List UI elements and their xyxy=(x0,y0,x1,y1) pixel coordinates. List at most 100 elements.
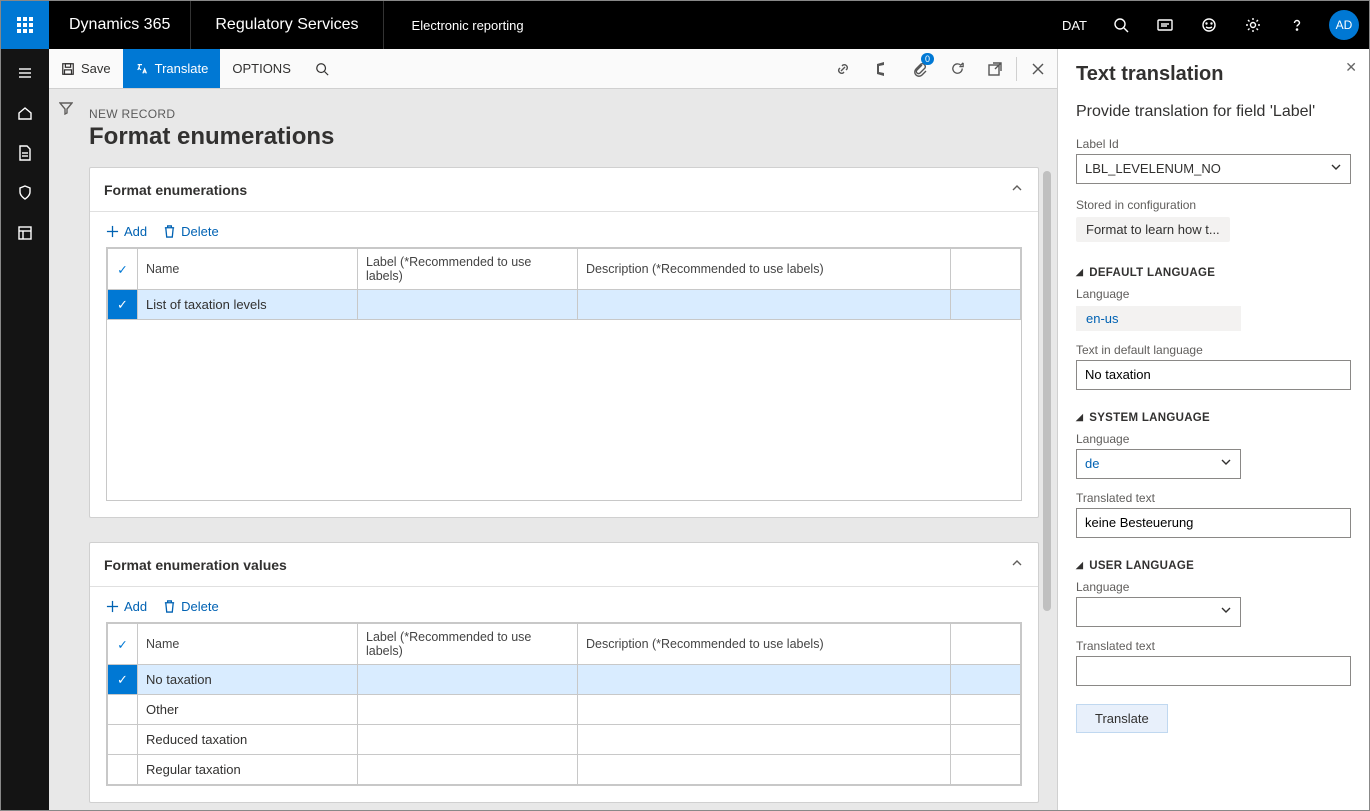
help-icon[interactable] xyxy=(1275,1,1319,49)
hamburger-icon[interactable] xyxy=(1,53,49,93)
cell-label[interactable] xyxy=(358,695,578,725)
save-button[interactable]: Save xyxy=(49,49,123,88)
feedback-icon[interactable] xyxy=(1187,1,1231,49)
table-row[interactable]: Other xyxy=(108,695,1021,725)
row-checkbox[interactable]: ✓ xyxy=(108,290,138,320)
stored-config-label: Stored in configuration xyxy=(1076,198,1351,212)
grid-empty-area xyxy=(107,320,1021,500)
user-lang-section-header[interactable]: ◢USER LANGUAGE xyxy=(1076,560,1351,572)
system-text-label: Translated text xyxy=(1076,491,1351,505)
company-picker[interactable]: DAT xyxy=(1050,18,1099,33)
col-name[interactable]: Name xyxy=(138,624,358,665)
col-label[interactable]: Label (*Recommended to use labels) xyxy=(358,624,578,665)
breadcrumb[interactable]: Electronic reporting xyxy=(384,18,552,33)
card-header[interactable]: Format enumerations xyxy=(90,168,1038,212)
cell-name[interactable]: Other xyxy=(138,695,358,725)
system-text-input[interactable] xyxy=(1076,508,1351,538)
link-icon[interactable] xyxy=(824,49,862,89)
col-name[interactable]: Name xyxy=(138,249,358,290)
user-lang-select[interactable] xyxy=(1076,597,1241,627)
add-button[interactable]: Add xyxy=(106,224,147,239)
default-lang-section-header[interactable]: ◢DEFAULT LANGUAGE xyxy=(1076,267,1351,279)
shield-icon[interactable] xyxy=(1,173,49,213)
app-launcher[interactable] xyxy=(1,1,49,49)
cell-label[interactable] xyxy=(358,290,578,320)
options-button[interactable]: OPTIONS xyxy=(220,49,303,88)
page-subtitle: NEW RECORD xyxy=(89,107,1039,121)
col-desc[interactable]: Description (*Recommended to use labels) xyxy=(578,624,951,665)
cell-desc[interactable] xyxy=(578,665,951,695)
card-header[interactable]: Format enumeration values xyxy=(90,543,1038,587)
translate-action-button[interactable]: Translate xyxy=(1076,704,1168,733)
triangle-icon: ◢ xyxy=(1076,560,1083,571)
messages-icon[interactable] xyxy=(1143,1,1187,49)
cell-spacer xyxy=(951,755,1021,785)
table-row[interactable]: ✓No taxation xyxy=(108,665,1021,695)
refresh-icon[interactable] xyxy=(938,49,976,89)
left-rail xyxy=(1,49,49,810)
search-icon[interactable] xyxy=(1099,1,1143,49)
select-all-checkbox[interactable]: ✓ xyxy=(108,624,138,665)
default-lang-value[interactable]: en-us xyxy=(1076,306,1241,331)
user-text-label: Translated text xyxy=(1076,639,1351,653)
user-avatar[interactable]: AD xyxy=(1329,10,1359,40)
document-icon[interactable] xyxy=(1,133,49,173)
home-icon[interactable] xyxy=(1,93,49,133)
cell-desc[interactable] xyxy=(578,290,951,320)
default-lang-label: Language xyxy=(1076,287,1351,301)
cell-spacer xyxy=(951,695,1021,725)
close-icon[interactable] xyxy=(1019,49,1057,89)
cell-label[interactable] xyxy=(358,725,578,755)
top-navbar: Dynamics 365 Regulatory Services Electro… xyxy=(1,1,1369,49)
col-desc[interactable]: Description (*Recommended to use labels) xyxy=(578,249,951,290)
module-title[interactable]: Regulatory Services xyxy=(191,1,383,49)
popout-icon[interactable] xyxy=(976,49,1014,89)
cell-name[interactable]: Regular taxation xyxy=(138,755,358,785)
row-checkbox[interactable] xyxy=(108,695,138,725)
actionbar-search-icon[interactable] xyxy=(303,49,341,88)
attachments-icon[interactable]: 0 xyxy=(900,49,938,89)
row-checkbox[interactable]: ✓ xyxy=(108,665,138,695)
card-title: Format enumerations xyxy=(104,182,247,198)
col-label[interactable]: Label (*Recommended to use labels) xyxy=(358,249,578,290)
translation-panel: ✕ Text translation Provide translation f… xyxy=(1057,49,1369,810)
triangle-icon: ◢ xyxy=(1076,267,1083,278)
scrollbar[interactable] xyxy=(1043,171,1051,611)
cell-spacer xyxy=(951,665,1021,695)
cell-desc[interactable] xyxy=(578,695,951,725)
system-lang-select[interactable]: de xyxy=(1076,449,1241,479)
table-row[interactable]: Reduced taxation xyxy=(108,725,1021,755)
cell-desc[interactable] xyxy=(578,755,951,785)
row-checkbox[interactable] xyxy=(108,755,138,785)
system-lang-section-header[interactable]: ◢SYSTEM LANGUAGE xyxy=(1076,412,1351,424)
brand-title[interactable]: Dynamics 365 xyxy=(49,1,191,49)
cell-desc[interactable] xyxy=(578,725,951,755)
filter-icon[interactable] xyxy=(59,103,73,118)
action-bar: Save Translate OPTIONS 0 xyxy=(49,49,1057,89)
table-row[interactable]: ✓List of taxation levels xyxy=(108,290,1021,320)
label-id-select[interactable]: LBL_LEVELENUM_NO xyxy=(1076,154,1351,184)
select-all-checkbox[interactable]: ✓ xyxy=(108,249,138,290)
cell-name[interactable]: No taxation xyxy=(138,665,358,695)
delete-button[interactable]: Delete xyxy=(163,224,219,239)
cell-name[interactable]: Reduced taxation xyxy=(138,725,358,755)
cell-label[interactable] xyxy=(358,665,578,695)
cell-name[interactable]: List of taxation levels xyxy=(138,290,358,320)
delete-button[interactable]: Delete xyxy=(163,599,219,614)
user-text-input[interactable] xyxy=(1076,656,1351,686)
cell-label[interactable] xyxy=(358,755,578,785)
table-row[interactable]: Regular taxation xyxy=(108,755,1021,785)
add-button[interactable]: Add xyxy=(106,599,147,614)
data-icon[interactable] xyxy=(1,213,49,253)
settings-icon[interactable] xyxy=(1231,1,1275,49)
card-title: Format enumeration values xyxy=(104,557,287,573)
format-enumeration-values-card: Format enumeration values Add Delete xyxy=(89,542,1039,803)
translate-button[interactable]: Translate xyxy=(123,49,221,88)
default-text-input[interactable] xyxy=(1076,360,1351,390)
panel-close-icon[interactable]: ✕ xyxy=(1345,59,1357,76)
system-lang-label: Language xyxy=(1076,432,1351,446)
chevron-up-icon xyxy=(1010,556,1024,573)
office-icon[interactable] xyxy=(862,49,900,89)
row-checkbox[interactable] xyxy=(108,725,138,755)
col-spacer xyxy=(951,249,1021,290)
